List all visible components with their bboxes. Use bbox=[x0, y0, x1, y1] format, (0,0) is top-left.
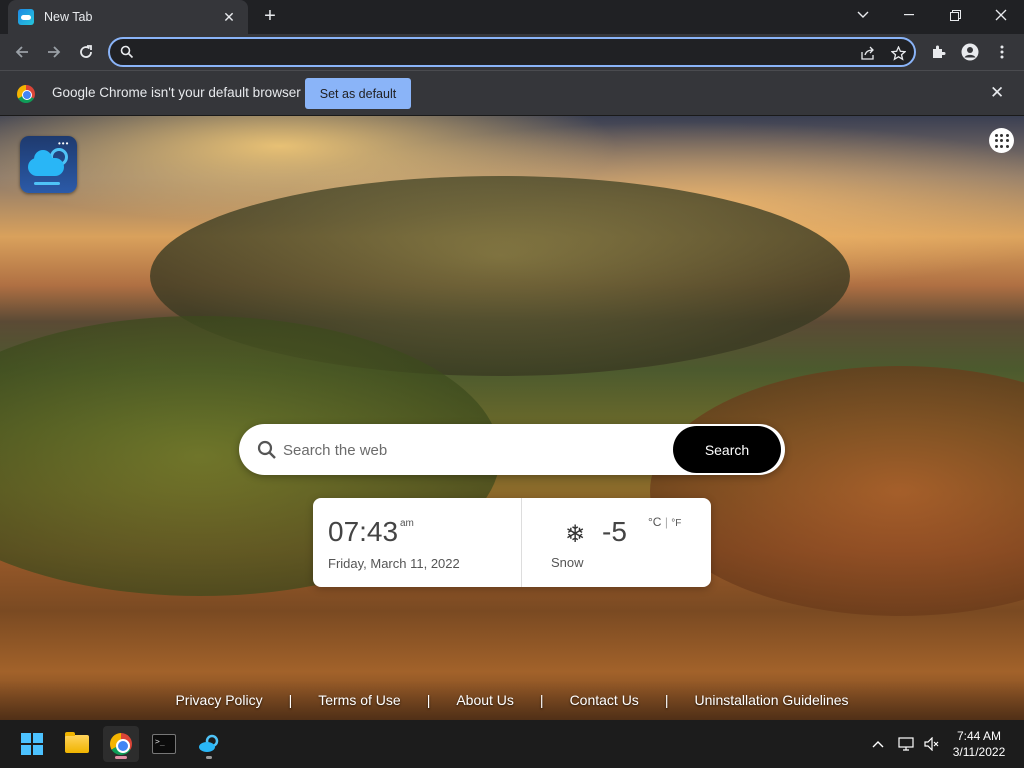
tab-favicon-icon bbox=[18, 9, 34, 25]
footer-separator: | bbox=[426, 692, 431, 708]
network-icon[interactable] bbox=[896, 734, 916, 754]
terms-of-use-link[interactable]: Terms of Use bbox=[318, 692, 400, 708]
privacy-policy-link[interactable]: Privacy Policy bbox=[175, 692, 262, 708]
weather-app-icon bbox=[199, 734, 219, 752]
temperature-unit-toggle[interactable]: °C | °F bbox=[648, 515, 681, 529]
footer-separator: | bbox=[664, 692, 669, 708]
unit-celsius[interactable]: °C bbox=[648, 515, 661, 529]
menu-kebab-icon[interactable] bbox=[990, 40, 1014, 64]
bookmark-star-icon[interactable] bbox=[888, 43, 908, 63]
search-icon bbox=[120, 45, 134, 59]
volume-muted-icon[interactable] bbox=[922, 734, 942, 754]
file-explorer-button[interactable] bbox=[59, 726, 95, 762]
infobar-message: Google Chrome isn't your default browser bbox=[52, 85, 301, 100]
default-browser-infobar: Google Chrome isn't your default browser… bbox=[0, 70, 1024, 116]
browser-titlebar: New Tab ✕ + bbox=[0, 0, 1024, 34]
windows-taskbar: >_ 7:44 AM 3/11/2022 bbox=[0, 720, 1024, 768]
footer-separator: | bbox=[539, 692, 544, 708]
minimize-button[interactable] bbox=[886, 0, 932, 30]
address-input[interactable] bbox=[142, 41, 842, 63]
terminal-taskbar-button[interactable]: >_ bbox=[146, 726, 182, 762]
chrome-logo-icon bbox=[17, 85, 35, 103]
active-app-indicator bbox=[115, 756, 127, 759]
forward-button[interactable] bbox=[40, 38, 68, 66]
weather-app-taskbar-button[interactable] bbox=[191, 726, 227, 762]
search-icon bbox=[257, 440, 276, 459]
footer-links: Privacy Policy | Terms of Use | About Us… bbox=[0, 680, 1024, 720]
tab-search-chevron-icon[interactable] bbox=[840, 0, 886, 30]
address-bar[interactable] bbox=[108, 37, 916, 67]
extensions-icon[interactable] bbox=[926, 40, 950, 64]
show-hidden-icons-chevron-icon[interactable] bbox=[868, 734, 888, 754]
clock-date: Friday, March 11, 2022 bbox=[328, 556, 460, 571]
card-divider bbox=[521, 498, 522, 587]
unit-fahrenheit[interactable]: °F bbox=[671, 518, 681, 529]
snowflake-icon: ❄ bbox=[565, 521, 586, 548]
chrome-taskbar-button[interactable] bbox=[103, 726, 139, 762]
clock-ampm: am bbox=[400, 518, 414, 529]
profile-avatar-icon[interactable] bbox=[958, 40, 982, 64]
about-us-link[interactable]: About Us bbox=[456, 692, 514, 708]
contact-us-link[interactable]: Contact Us bbox=[570, 692, 639, 708]
tab-close-icon[interactable]: ✕ bbox=[220, 9, 238, 26]
chrome-icon bbox=[110, 733, 132, 755]
share-icon[interactable] bbox=[858, 43, 878, 63]
weather-temperature: -5 bbox=[602, 516, 627, 547]
clock-weather-widget: 07:43 am Friday, March 11, 2022 ❄ -5 °C … bbox=[313, 498, 711, 587]
terminal-icon: >_ bbox=[152, 734, 176, 754]
footer-separator: | bbox=[288, 692, 293, 708]
taskbar-time: 7:44 AM bbox=[956, 729, 1002, 743]
close-window-button[interactable] bbox=[978, 0, 1024, 30]
infobar-close-icon[interactable]: ✕ bbox=[990, 83, 1004, 103]
browser-toolbar bbox=[0, 34, 1024, 70]
start-button[interactable] bbox=[14, 726, 50, 762]
running-app-indicator bbox=[206, 756, 212, 759]
unit-separator: | bbox=[664, 515, 668, 529]
back-button[interactable] bbox=[8, 38, 36, 66]
reload-button[interactable] bbox=[72, 38, 100, 66]
taskbar-clock[interactable]: 7:44 AM 3/11/2022 bbox=[948, 728, 1010, 760]
tab-title: New Tab bbox=[44, 10, 93, 24]
apps-grid-icon[interactable] bbox=[989, 128, 1014, 153]
weather-description: Snow bbox=[551, 555, 584, 570]
restore-button[interactable] bbox=[932, 0, 978, 30]
app-logo-icon[interactable]: ••• bbox=[20, 136, 77, 193]
clock-time: 07:43 bbox=[328, 516, 399, 547]
uninstallation-guidelines-link[interactable]: Uninstallation Guidelines bbox=[694, 692, 848, 708]
windows-logo-icon bbox=[21, 733, 43, 755]
set-as-default-button[interactable]: Set as default bbox=[305, 78, 411, 109]
new-tab-page: ••• Search 07:43 am Friday, March 11, 20… bbox=[0, 116, 1024, 720]
search-button[interactable]: Search bbox=[673, 426, 781, 473]
web-search-input[interactable] bbox=[283, 436, 663, 464]
new-tab-button[interactable]: + bbox=[258, 4, 282, 28]
taskbar-date: 3/11/2022 bbox=[952, 745, 1006, 759]
folder-icon bbox=[65, 732, 89, 753]
tab-new-tab[interactable]: New Tab ✕ bbox=[8, 0, 248, 34]
